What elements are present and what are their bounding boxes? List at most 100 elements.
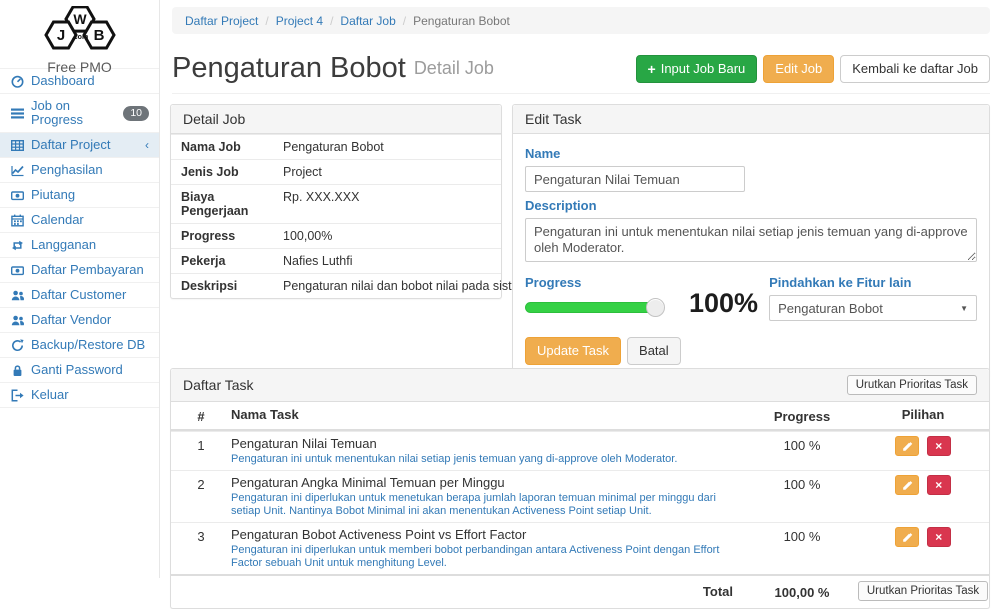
detail-value: Pengaturan nilai dan bobot nilai pada si…	[275, 274, 534, 298]
detail-label: Biaya Pengerjaan	[171, 185, 275, 223]
name-label: Name	[525, 146, 977, 161]
detail-row: Nama Job Pengaturan Bobot	[171, 134, 501, 159]
detail-row: Progress 100,00%	[171, 223, 501, 248]
move-feature-select[interactable]: Pengaturan Bobot ▼	[769, 295, 977, 321]
breadcrumb-separator: /	[330, 14, 333, 28]
sort-priority-button-bottom[interactable]: Urutkan Prioritas Task	[858, 581, 988, 601]
table-icon	[10, 139, 24, 152]
task-title: Pengaturan Nilai Temuan	[231, 436, 733, 452]
delete-task-button[interactable]: ×	[927, 527, 951, 547]
daftar-task-panel-title: Daftar Task	[183, 377, 254, 393]
task-description-textarea[interactable]: Pengaturan ini untuk menentukan nilai se…	[525, 218, 977, 262]
page-title: Pengaturan Bobot	[172, 52, 406, 85]
edit-task-button[interactable]	[895, 475, 919, 495]
button-label: Input Job Baru	[661, 62, 746, 76]
move-feature-selected-value: Pengaturan Bobot	[778, 301, 883, 316]
plus-icon: +	[648, 63, 656, 75]
sidebar: W J B .com Free PMO Dashboard Job on Pro…	[0, 0, 160, 578]
table-row: 1 Pengaturan Nilai Temuan Pengaturan ini…	[171, 431, 989, 470]
sidebar-item-calendar[interactable]: Calendar	[0, 207, 159, 232]
sidebar-item-label: Daftar Pembayaran	[31, 263, 144, 277]
detail-label: Jenis Job	[171, 160, 275, 184]
sidebar-item-daftar-vendor[interactable]: Daftar Vendor	[0, 307, 159, 332]
delete-task-button[interactable]: ×	[927, 475, 951, 495]
task-num: 3	[171, 527, 231, 570]
breadcrumb-daftar-job[interactable]: Daftar Job	[340, 14, 395, 28]
update-task-button[interactable]: Update Task	[525, 337, 621, 365]
header-actions: + Input Job Baru Edit Job Kembali ke daf…	[636, 55, 990, 83]
money-icon	[10, 264, 24, 277]
sidebar-item-daftar-pembayaran[interactable]: Daftar Pembayaran	[0, 257, 159, 282]
col-num: #	[171, 407, 231, 424]
breadcrumb-current: Pengaturan Bobot	[413, 14, 510, 28]
daftar-task-panel: Daftar Task Urutkan Prioritas Task # Nam…	[170, 368, 990, 609]
sidebar-item-keluar[interactable]: Keluar	[0, 382, 159, 408]
sign-out-icon	[10, 389, 24, 402]
sidebar-item-label: Penghasilan	[31, 163, 103, 177]
col-progress: Progress	[747, 407, 857, 424]
delete-task-button[interactable]: ×	[927, 436, 951, 456]
page-subtitle: Detail Job	[414, 58, 494, 79]
svg-text:J: J	[56, 27, 64, 44]
jwb-logo-icon: W J B .com	[32, 6, 128, 52]
sidebar-item-backup-restore[interactable]: Backup/Restore DB	[0, 332, 159, 357]
users-icon	[10, 314, 24, 327]
breadcrumb-project-4[interactable]: Project 4	[276, 14, 323, 28]
detail-row: Deskripsi Pengaturan nilai dan bobot nil…	[171, 273, 501, 298]
dashboard-icon	[10, 75, 24, 88]
chevron-left-icon: ‹	[145, 138, 149, 152]
move-feature-label: Pindahkan ke Fitur lain	[769, 275, 977, 290]
breadcrumb-separator: /	[265, 14, 268, 28]
task-num: 2	[171, 475, 231, 518]
sidebar-item-label: Langganan	[31, 238, 96, 252]
breadcrumb-daftar-project[interactable]: Daftar Project	[185, 14, 258, 28]
sidebar-item-daftar-project[interactable]: Daftar Project ‹	[0, 132, 159, 157]
detail-job-panel: Detail Job Nama Job Pengaturan Bobot Jen…	[170, 104, 502, 299]
detail-row: Jenis Job Project	[171, 159, 501, 184]
task-table-footer: Total 100,00 % Urutkan Prioritas Task	[171, 574, 989, 608]
task-title: Pengaturan Angka Minimal Temuan per Ming…	[231, 475, 733, 491]
batal-button[interactable]: Batal	[627, 337, 681, 365]
task-num: 1	[171, 436, 231, 466]
detail-job-panel-title: Detail Job	[171, 105, 501, 134]
sidebar-item-penghasilan[interactable]: Penghasilan	[0, 157, 159, 182]
users-icon	[10, 289, 24, 302]
sort-priority-button-top[interactable]: Urutkan Prioritas Task	[847, 375, 977, 395]
sidebar-item-label: Keluar	[31, 388, 69, 402]
input-job-baru-button[interactable]: + Input Job Baru	[636, 55, 758, 83]
detail-value: Pengaturan Bobot	[275, 135, 501, 159]
page-header: Pengaturan Bobot Detail Job + Input Job …	[172, 44, 990, 94]
sidebar-item-label: Daftar Vendor	[31, 313, 111, 327]
sidebar-item-langganan[interactable]: Langganan	[0, 232, 159, 257]
sidebar-item-label: Calendar	[31, 213, 84, 227]
sidebar-item-job-on-progress[interactable]: Job on Progress 10	[0, 93, 159, 132]
detail-label: Nama Job	[171, 135, 275, 159]
task-description: Pengaturan ini diperlukan untuk memberi …	[231, 544, 733, 570]
retweet-icon	[10, 239, 24, 252]
progress-slider-handle[interactable]	[646, 298, 665, 317]
line-chart-icon	[10, 164, 24, 177]
detail-value: 100,00%	[275, 224, 501, 248]
kembali-button[interactable]: Kembali ke daftar Job	[840, 55, 990, 83]
sidebar-item-piutang[interactable]: Piutang	[0, 182, 159, 207]
edit-task-button[interactable]	[895, 436, 919, 456]
sidebar-item-daftar-customer[interactable]: Daftar Customer	[0, 282, 159, 307]
app-logo: W J B .com Free PMO	[0, 0, 159, 68]
table-row: 2 Pengaturan Angka Minimal Temuan per Mi…	[171, 470, 989, 522]
task-name-input[interactable]	[525, 166, 745, 192]
progress-percent-text: 100%	[689, 288, 758, 319]
sidebar-item-ganti-password[interactable]: Ganti Password	[0, 357, 159, 382]
task-progress: 100 %	[747, 475, 857, 518]
edit-task-button[interactable]	[895, 527, 919, 547]
detail-row: Biaya Pengerjaan Rp. XXX.XXX	[171, 184, 501, 223]
breadcrumb-separator: /	[403, 14, 406, 28]
detail-value: Rp. XXX.XXX	[275, 185, 501, 223]
col-name: Nama Task	[231, 407, 747, 424]
sidebar-item-label: Ganti Password	[31, 363, 123, 377]
detail-value: Nafies Luthfi	[275, 249, 501, 273]
task-description: Pengaturan ini untuk menentukan nilai se…	[231, 453, 733, 466]
money-icon	[10, 189, 24, 202]
progress-slider[interactable]	[525, 302, 657, 313]
edit-job-button[interactable]: Edit Job	[763, 55, 834, 83]
breadcrumb: Daftar Project / Project 4 / Daftar Job …	[172, 7, 990, 34]
